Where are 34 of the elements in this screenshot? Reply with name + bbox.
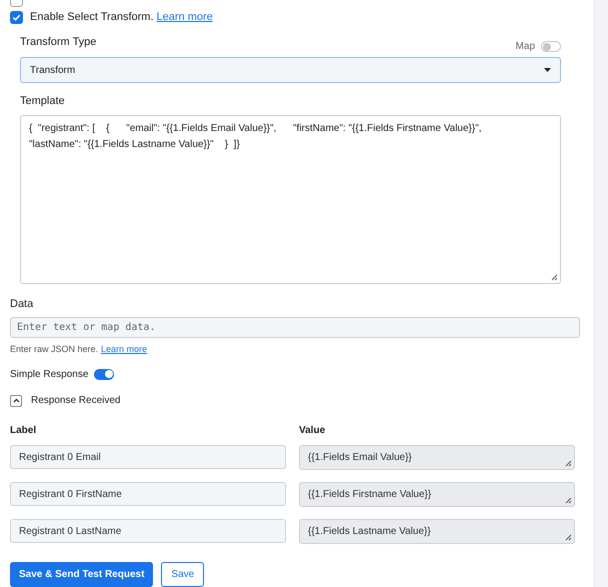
learn-more-link[interactable]: Learn more [156, 9, 213, 26]
resize-grip-icon[interactable] [565, 460, 572, 467]
field-label: Data [10, 296, 34, 312]
resize-grip-icon[interactable] [551, 274, 558, 280]
caret-down-icon [544, 68, 551, 72]
column-header: Label [10, 424, 38, 438]
field-label: Transform Type [20, 34, 96, 50]
save-button[interactable]: Save [161, 562, 204, 587]
help-text: Enter raw JSON here. [10, 342, 98, 356]
value-textarea[interactable]: {{1.Fields Email Value}} [299, 445, 575, 470]
chevron-icon [12, 398, 20, 403]
label-input-field[interactable]: Registrant 0 Email [10, 445, 286, 469]
transform-type-select[interactable]: Transform [20, 57, 561, 83]
template-textarea[interactable]: { "registrant": [ { "email": "{{1.Fields Email Value}}", "firstName": "{{1.Fields Firstname Value}}", "lastName": "{{1.Fields Lastname Value}}" } ]} [20, 114, 561, 284]
toggle-switch[interactable] [94, 369, 114, 380]
label-input-field[interactable]: Registrant 0 LastName [10, 519, 286, 543]
checkbox[interactable] [10, 10, 23, 24]
label-input-field[interactable]: Registrant 0 FirstName [10, 482, 286, 506]
data-input-field[interactable]: Enter text or map data. [10, 317, 580, 338]
toggle-label: Simple Response [10, 368, 88, 382]
column-header: Value [299, 424, 326, 438]
learn-more-link[interactable]: Learn more [101, 342, 148, 356]
value-textarea[interactable]: {{1.Fields Lastname Value}} [299, 519, 575, 544]
toggle-switch[interactable] [541, 41, 561, 52]
template-text: { "registrant": [ { "email": "{{1.Fields Email Value}}", "firstName": "{{1.Fields Firstname Value}}", "lastName": "{{1.Fields Lastname Value}}" } ]} [29, 122, 483, 152]
field-label: Template [20, 94, 66, 109]
resize-grip-icon[interactable] [565, 534, 572, 541]
value-textarea[interactable]: {{1.Fields Firstname Value}} [299, 482, 575, 507]
collapse-button[interactable] [10, 394, 22, 406]
map-label: Map [516, 40, 535, 54]
save-send-button[interactable]: Save & Send Test Request [10, 562, 154, 587]
section-title: Response Received [31, 394, 120, 408]
resize-grip-icon[interactable] [565, 497, 572, 504]
option-label: Enable Select Transform. [30, 10, 154, 25]
